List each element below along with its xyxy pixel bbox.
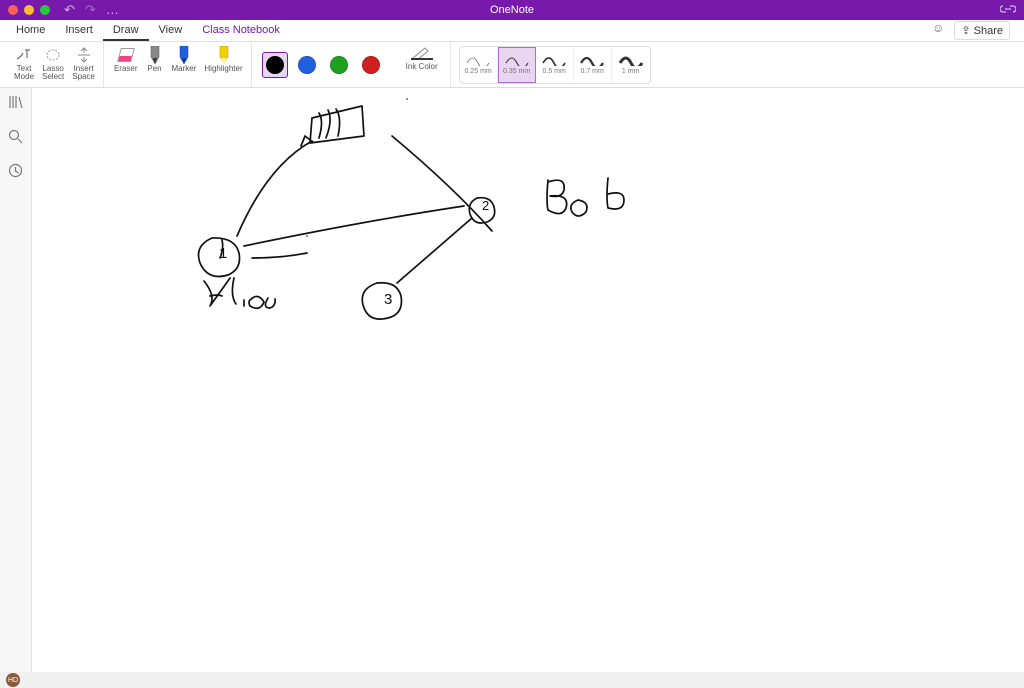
node-3-number: 3 xyxy=(384,291,392,308)
lasso-icon xyxy=(45,46,61,64)
eraser-button[interactable]: Eraser xyxy=(110,44,142,75)
undo-button[interactable]: ↶ xyxy=(64,2,75,18)
ribbon-tabs: Home Insert Draw View Class Notebook ☺ ⇪… xyxy=(0,20,1024,42)
redo-button[interactable]: ↷ xyxy=(85,2,96,18)
highlighter-icon xyxy=(218,46,230,64)
ink-color-button[interactable]: Ink Color xyxy=(398,44,446,73)
color-black[interactable] xyxy=(262,52,288,78)
stroke-1[interactable]: 1 mm xyxy=(612,47,650,83)
eraser-icon xyxy=(119,46,133,64)
tab-class-notebook[interactable]: Class Notebook xyxy=(192,21,290,41)
share-button[interactable]: ⇪ Share xyxy=(954,21,1010,40)
search-icon[interactable] xyxy=(8,129,23,147)
app-title: OneNote xyxy=(490,4,534,16)
tab-insert[interactable]: Insert xyxy=(55,21,103,41)
link-icon[interactable] xyxy=(1000,2,1016,18)
drawing-canvas[interactable]: 2 3 1 xyxy=(32,88,1024,672)
pen-button[interactable]: Pen xyxy=(142,44,168,75)
tab-draw[interactable]: Draw xyxy=(103,21,149,41)
lasso-select-button[interactable]: Lasso Select xyxy=(38,44,68,83)
titlebar: ↶ ↷ … OneNote xyxy=(0,0,1024,20)
stroke-0-35[interactable]: 0.35 mm xyxy=(498,47,536,83)
text-cursor-icon xyxy=(16,46,32,64)
highlighter-button[interactable]: Highlighter xyxy=(200,44,246,75)
color-swatches xyxy=(254,42,392,87)
stroke-width-group: 0.25 mm 0.35 mm 0.5 mm 0.7 mm 1 mm xyxy=(459,46,651,84)
recent-icon[interactable] xyxy=(8,163,23,181)
quick-access: ↶ ↷ … xyxy=(64,2,119,18)
color-blue[interactable] xyxy=(294,52,320,78)
avatar[interactable]: HD xyxy=(6,673,20,687)
stroke-0-25[interactable]: 0.25 mm xyxy=(460,47,498,83)
text-mode-button[interactable]: Text Mode xyxy=(10,44,38,83)
stroke-0-5[interactable]: 0.5 mm xyxy=(536,47,574,83)
library-icon[interactable] xyxy=(8,94,24,113)
marker-icon xyxy=(178,46,190,64)
status-bar: HD xyxy=(0,672,1024,688)
left-sidebar xyxy=(0,88,32,688)
close-button[interactable] xyxy=(8,5,18,15)
marker-button[interactable]: Marker xyxy=(168,44,201,75)
pencil-color-icon xyxy=(411,46,433,60)
tab-home[interactable]: Home xyxy=(6,21,55,41)
minimize-button[interactable] xyxy=(24,5,34,15)
more-button[interactable]: … xyxy=(106,2,119,18)
window-controls xyxy=(8,5,50,15)
color-red[interactable] xyxy=(358,52,384,78)
insert-space-button[interactable]: Insert Space xyxy=(68,44,99,83)
stroke-0-7[interactable]: 0.7 mm xyxy=(574,47,612,83)
draw-ribbon: Text Mode Lasso Select Insert Space Eras… xyxy=(0,42,1024,88)
tab-view[interactable]: View xyxy=(149,21,193,41)
maximize-button[interactable] xyxy=(40,5,50,15)
emoji-reaction-icon[interactable]: ☺ xyxy=(932,21,944,40)
node-2-number: 2 xyxy=(482,198,489,213)
color-green[interactable] xyxy=(326,52,352,78)
pen-icon xyxy=(149,46,161,64)
node-1-number: 1 xyxy=(219,245,227,262)
insert-space-icon xyxy=(76,46,92,64)
